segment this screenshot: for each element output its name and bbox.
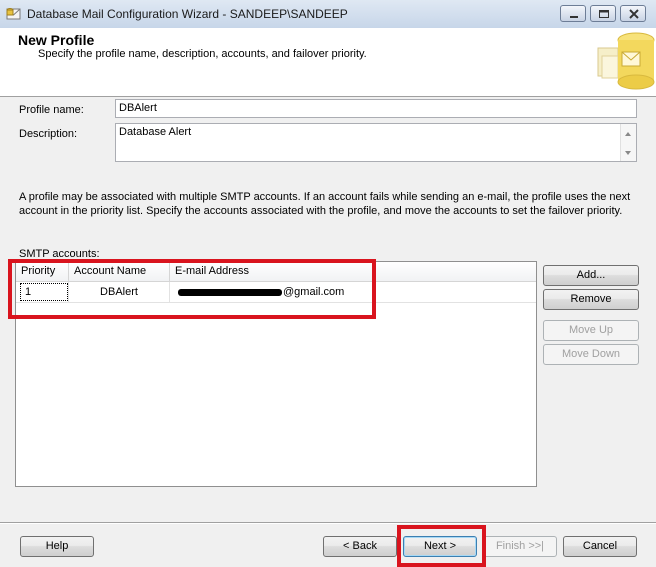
wizard-window: Database Mail Configuration Wizard - SAN… [0,0,656,567]
finish-button[interactable]: Finish >>| [483,536,557,557]
column-header-email-address[interactable]: E-mail Address [170,262,536,281]
close-button[interactable] [620,5,646,22]
smtp-accounts-grid[interactable]: Priority Account Name E-mail Address 1 D… [15,261,537,487]
column-header-account-name[interactable]: Account Name [69,262,170,281]
profile-name-label: Profile name: [19,104,84,116]
database-mail-banner-icon [597,32,655,90]
database-mail-icon [6,8,21,20]
maximize-button[interactable] [590,5,616,22]
next-button[interactable]: Next > [403,536,477,557]
title-bar[interactable]: Database Mail Configuration Wizard - SAN… [0,0,656,29]
wizard-header: New Profile Specify the profile name, de… [0,28,656,97]
move-up-button[interactable]: Move Up [543,320,639,341]
profile-info-text: A profile may be associated with multipl… [19,191,631,217]
priority-cell[interactable]: 1 [19,282,69,302]
add-button[interactable]: Add... [543,265,639,286]
maximize-icon [599,10,609,18]
account-name-cell[interactable]: DBAlert [69,282,170,302]
smtp-accounts-label: SMTP accounts: [19,248,100,260]
grid-header: Priority Account Name E-mail Address [16,262,536,282]
scroll-down-icon[interactable] [625,151,631,155]
move-down-button[interactable]: Move Down [543,344,639,365]
profile-name-field[interactable]: DBAlert [115,99,637,118]
page-title: New Profile [18,32,95,48]
close-icon [629,9,639,19]
footer-divider [0,522,656,524]
minimize-icon [570,16,578,18]
cancel-button[interactable]: Cancel [563,536,637,557]
window-title: Database Mail Configuration Wizard - SAN… [27,7,348,21]
back-button[interactable]: < Back [323,536,397,557]
email-suffix: @gmail.com [283,286,345,298]
column-header-priority[interactable]: Priority [16,262,69,281]
description-label: Description: [19,128,78,140]
description-scrollbar[interactable] [620,124,636,161]
help-button[interactable]: Help [20,536,94,557]
remove-button[interactable]: Remove [543,289,639,310]
description-text: Database Alert [119,126,192,138]
page-subtitle: Specify the profile name, description, a… [38,48,367,60]
minimize-button[interactable] [560,5,586,22]
description-field[interactable]: Database Alert [115,123,637,162]
table-row[interactable]: 1 DBAlert @gmail.com [16,282,536,303]
scroll-up-icon[interactable] [625,132,631,136]
redacted-email-mark [178,288,282,296]
email-address-cell[interactable]: @gmail.com [170,282,536,302]
